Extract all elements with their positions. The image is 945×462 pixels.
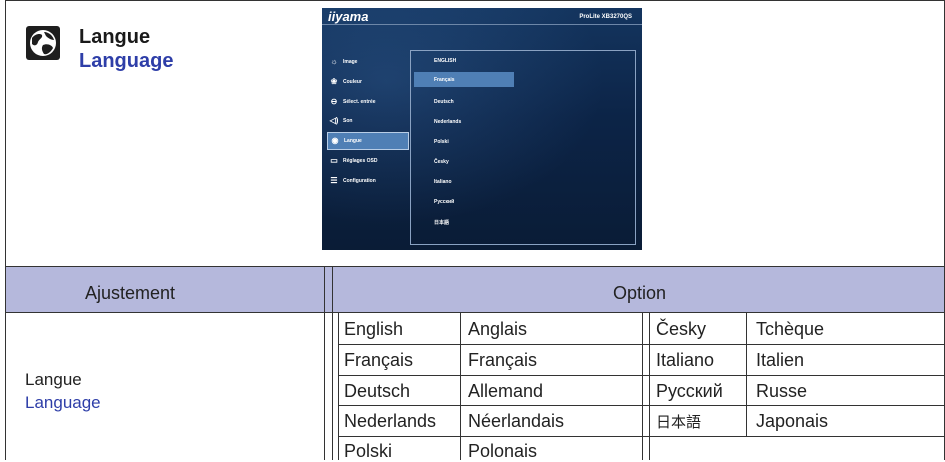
- osd-menu-image[interactable]: ☼ Image: [327, 54, 407, 70]
- osd-menu-input[interactable]: ⊖ Sélect. entrée: [327, 94, 407, 110]
- osd-menu-langue[interactable]: ◉ Langue: [327, 132, 409, 150]
- osd-menu-label: Couleur: [343, 79, 362, 85]
- page-title-en: Language: [79, 50, 174, 72]
- osd-lang-deutsch[interactable]: Deutsch: [414, 94, 514, 109]
- osd-lang-label: Polski: [434, 139, 449, 145]
- option-translation: Néerlandais: [468, 411, 565, 431]
- osd-lang-russian[interactable]: Русский: [414, 194, 514, 209]
- osd-menu-config[interactable]: ☰ Configuration: [327, 173, 407, 189]
- option-translation: Allemand: [468, 381, 544, 401]
- option-native: Français: [344, 350, 414, 370]
- option-native: English: [344, 319, 404, 339]
- option-translation: Japonais: [756, 411, 829, 431]
- option-native: Русский: [656, 381, 723, 401]
- color-icon: ❀: [330, 77, 338, 86]
- osd-lang-francais[interactable]: Français: [414, 72, 514, 87]
- osd-screenshot: iiyama ProLite XB3270QS ☼ Image ❀ Couleu…: [322, 8, 642, 250]
- osd-divider: [322, 24, 642, 25]
- header-option: Option: [613, 283, 667, 303]
- osd-menu-label: Sélect. entrée: [343, 99, 376, 105]
- osd-lang-english[interactable]: ENGLISH: [414, 53, 514, 68]
- osd-menu-label: Langue: [344, 138, 362, 144]
- option-native: Česky: [656, 319, 707, 339]
- osd-menu-osd[interactable]: ▭ Réglages OSD: [327, 153, 407, 169]
- osd-lang-label: Français: [434, 77, 455, 83]
- osd-menu-label: Réglages OSD: [343, 158, 378, 164]
- osd-lang-label: Русский: [434, 199, 455, 205]
- settings-icon: ☰: [330, 176, 338, 185]
- brightness-icon: ☼: [330, 57, 338, 66]
- osd-lang-nederlands[interactable]: Nederlands: [414, 114, 514, 129]
- osd-menu-label: Image: [343, 59, 358, 65]
- option-translation: Russe: [756, 381, 808, 401]
- header-adjustment: Ajustement: [85, 283, 176, 303]
- option-translation: Anglais: [468, 319, 528, 339]
- brand-logo: iiyama: [328, 9, 369, 24]
- osd-lang-label: Deutsch: [434, 99, 454, 105]
- adjust-label-en: Language: [25, 393, 101, 412]
- option-native: 日本語: [656, 413, 702, 431]
- osd-lang-italiano[interactable]: Italiano: [414, 174, 514, 189]
- osd-lang-label: ENGLISH: [434, 58, 457, 64]
- model-name: ProLite XB3270QS: [579, 14, 632, 20]
- osd-menu-label: Configuration: [343, 178, 376, 184]
- option-translation: Italien: [756, 350, 805, 370]
- osd-lang-label: Nederlands: [434, 119, 462, 125]
- option-translation: Polonais: [468, 441, 538, 461]
- osd-menu-couleur[interactable]: ❀ Couleur: [327, 74, 407, 90]
- osd-lang-cesky[interactable]: Česky: [414, 154, 514, 169]
- speaker-icon: ◁): [329, 116, 339, 125]
- option-native: Italiano: [656, 350, 715, 370]
- option-native: Deutsch: [344, 381, 411, 401]
- adjust-label-fr: Langue: [25, 370, 82, 389]
- input-icon: ⊖: [330, 97, 338, 106]
- option-native: Polski: [344, 441, 393, 461]
- osd-lang-japanese[interactable]: 日本語: [414, 214, 514, 229]
- osd-icon: ▭: [330, 156, 338, 165]
- option-translation: Français: [468, 350, 538, 370]
- option-native: Nederlands: [344, 411, 437, 431]
- osd-lang-label: 日本語: [434, 220, 450, 226]
- globe-icon: ◉: [331, 136, 339, 145]
- globe-icon: [26, 26, 60, 60]
- osd-lang-label: Česky: [434, 159, 449, 165]
- osd-lang-polski[interactable]: Polski: [414, 134, 514, 149]
- page-title-fr: Langue: [79, 26, 151, 48]
- osd-menu-label: Son: [343, 118, 353, 124]
- option-translation: Tchèque: [756, 319, 825, 339]
- osd-menu-son[interactable]: ◁) Son: [327, 113, 407, 129]
- osd-lang-label: Italiano: [434, 179, 452, 185]
